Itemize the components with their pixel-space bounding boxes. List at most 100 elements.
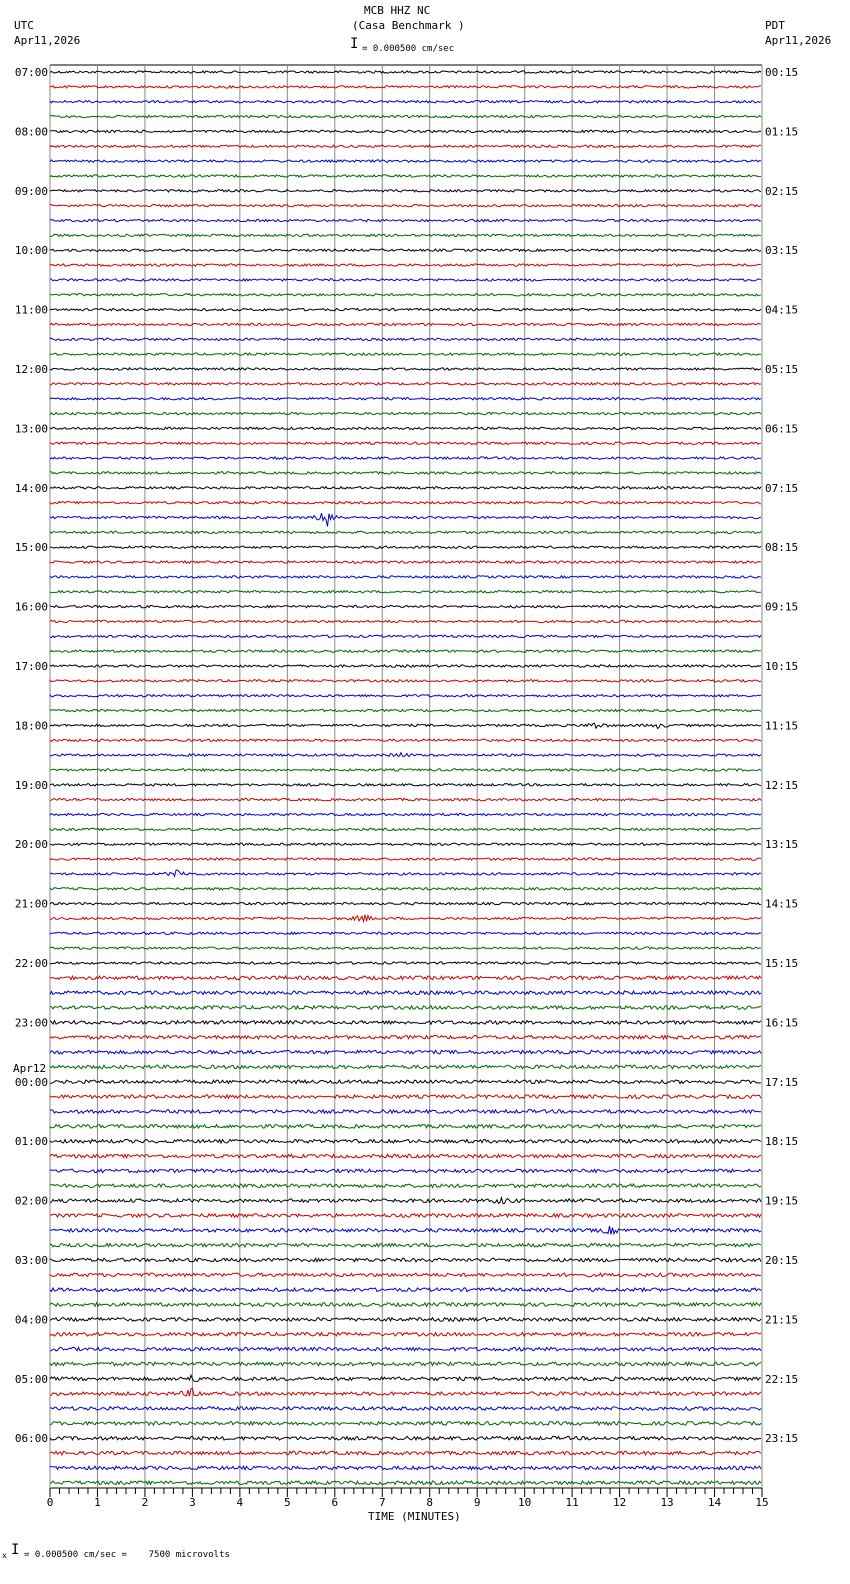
utc-hour-label: 09:00	[15, 185, 48, 198]
seismic-trace	[49, 411, 762, 416]
seismic-trace	[49, 619, 762, 624]
pdt-hour-label: 02:15	[765, 185, 798, 198]
seismic-trace	[49, 174, 762, 178]
utc-hour-label: 07:00	[15, 66, 48, 79]
x-tick-label: 6	[331, 1496, 338, 1509]
utc-hour-label: 12:00	[15, 363, 48, 376]
x-tick-label: 2	[142, 1496, 149, 1509]
seismic-trace	[49, 1195, 762, 1205]
seismic-trace	[49, 931, 762, 936]
utc-hour-label: 08:00	[15, 125, 48, 138]
seismic-trace	[49, 1168, 762, 1174]
pdt-hour-label: 13:15	[765, 838, 798, 851]
seismic-trace	[49, 1034, 762, 1041]
pdt-hour-label: 07:15	[765, 482, 798, 495]
seismic-trace	[49, 1405, 762, 1412]
utc-hour-label: 19:00	[15, 779, 48, 792]
x-tick-label: 0	[47, 1496, 54, 1509]
seismic-trace	[49, 1301, 762, 1308]
seismic-trace	[49, 1479, 762, 1486]
seismic-trace	[49, 1242, 762, 1249]
helicorder-plot: 0 1 2 3 4 5 6 7 8 9 10 11 12 13 14 1507:00 00:1508:00 01:…	[13, 64, 798, 1509]
seismic-trace	[49, 1004, 762, 1011]
seismic-trace	[49, 1420, 762, 1427]
seismic-trace	[49, 1226, 762, 1236]
pdt-hour-label: 09:15	[765, 601, 798, 614]
seismic-trace	[49, 842, 762, 847]
utc-hour-label: 04:00	[15, 1313, 48, 1326]
seismic-trace	[49, 292, 762, 297]
seismic-trace	[49, 1465, 762, 1471]
seismic-trace	[49, 485, 762, 490]
seismic-trace	[49, 1257, 762, 1263]
seismic-trace	[49, 263, 762, 268]
utc-hour-label: 00:00	[15, 1076, 48, 1089]
seismic-trace	[49, 1123, 762, 1130]
seismic-trace	[49, 233, 762, 238]
seismic-trace	[49, 129, 762, 134]
seismic-trace	[49, 1272, 762, 1278]
seismic-trace	[49, 218, 762, 223]
seismic-trace	[49, 797, 762, 802]
seismic-trace	[49, 277, 762, 282]
utc-hour-label: 20:00	[15, 838, 48, 851]
seismic-trace	[49, 722, 762, 730]
seismic-trace	[49, 159, 762, 164]
pdt-hour-label: 17:15	[765, 1076, 798, 1089]
seismic-trace	[49, 678, 762, 683]
x-tick-label: 15	[755, 1496, 768, 1509]
seismic-trace	[49, 322, 762, 327]
seismic-trace	[49, 1373, 761, 1383]
seismic-trace	[49, 1153, 762, 1160]
x-tick-label: 10	[518, 1496, 531, 1509]
utc-hour-label: 18:00	[15, 719, 48, 732]
seismic-trace	[49, 545, 762, 550]
seismic-trace	[49, 1064, 762, 1070]
seismic-trace	[49, 738, 762, 743]
pdt-hour-label: 15:15	[765, 957, 798, 970]
seismic-trace	[49, 203, 762, 208]
seismic-trace	[49, 1316, 762, 1323]
seismic-trace	[49, 1138, 762, 1145]
seismic-trace	[49, 589, 762, 594]
seismic-trace	[49, 812, 762, 817]
seismic-trace	[49, 99, 762, 104]
seismic-trace	[49, 1212, 762, 1219]
seismic-trace	[49, 1435, 762, 1442]
seismic-trace	[49, 426, 762, 431]
seismic-trace	[49, 337, 762, 342]
x-tick-label: 5	[284, 1496, 291, 1509]
utc-hour-label: 01:00	[15, 1135, 48, 1148]
utc-hour-label: 15:00	[15, 541, 48, 554]
seismic-trace	[49, 604, 762, 609]
utc-hour-label: 14:00	[15, 482, 48, 495]
seismic-trace	[49, 782, 762, 787]
pdt-hour-label: 23:15	[765, 1432, 798, 1445]
pdt-hour-label: 16:15	[765, 1016, 798, 1029]
seismic-trace	[50, 1182, 762, 1189]
seismic-trace	[49, 827, 762, 832]
seismic-trace	[49, 901, 762, 906]
seismic-trace	[49, 974, 762, 981]
seismic-trace	[49, 708, 762, 713]
seismic-trace	[49, 248, 762, 253]
pdt-hour-label: 03:15	[765, 244, 798, 257]
seismic-trace	[50, 961, 761, 966]
seismic-trace	[50, 913, 762, 924]
utc-hour-label: 06:00	[15, 1432, 48, 1445]
x-tick-label: 13	[660, 1496, 673, 1509]
pdt-hour-label: 00:15	[765, 66, 798, 79]
utc-hour-label: 02:00	[15, 1195, 48, 1208]
utc-hour-label: 10:00	[15, 244, 48, 257]
seismic-trace	[49, 1387, 762, 1397]
seismic-trace	[49, 1108, 762, 1115]
x-tick-label: 4	[237, 1496, 244, 1509]
pdt-hour-label: 19:15	[765, 1195, 798, 1208]
seismic-trace	[49, 886, 762, 891]
pdt-hour-label: 01:15	[765, 125, 798, 138]
seismic-trace	[49, 574, 762, 579]
seismic-trace	[49, 1361, 762, 1367]
seismic-trace	[49, 989, 762, 996]
seismic-trace	[49, 1049, 762, 1055]
x-tick-label: 8	[426, 1496, 433, 1509]
